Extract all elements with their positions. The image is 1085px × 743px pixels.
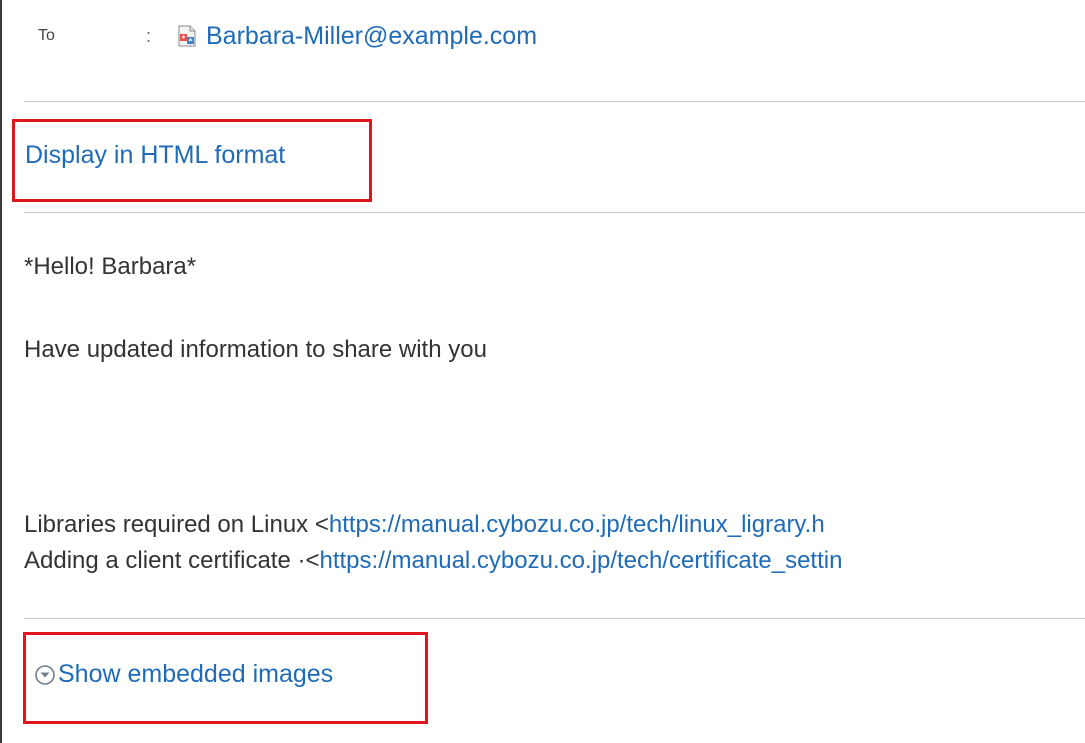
window-left-border <box>0 0 2 743</box>
message-links: Libraries required on Linux <https://man… <box>24 507 1085 579</box>
show-embedded-images-link[interactable]: Show embedded images <box>58 660 333 689</box>
show-embedded-images-toggle[interactable]: Show embedded images <box>34 660 333 689</box>
display-html-format-link[interactable]: Display in HTML format <box>25 141 285 170</box>
to-colon: : <box>146 25 152 46</box>
message-line-prefix: Libraries required on Linux < <box>24 511 329 538</box>
address-book-icon <box>176 25 198 47</box>
chevron-down-circle-icon <box>34 664 56 686</box>
message-line-prefix: Adding a client certificate ·< <box>24 547 320 574</box>
linux-library-link[interactable]: https://manual.cybozu.co.jp/tech/linux_l… <box>329 511 825 538</box>
divider <box>24 212 1085 213</box>
message-line: Adding a client certificate ·<https://ma… <box>24 543 1085 579</box>
to-row: To : Barbara-Miller@example.com <box>38 18 537 54</box>
message-intro: Have updated information to share with y… <box>24 336 487 363</box>
recipient-email-link[interactable]: Barbara-Miller@example.com <box>206 22 537 51</box>
client-certificate-link[interactable]: https://manual.cybozu.co.jp/tech/certifi… <box>320 547 843 574</box>
divider <box>24 101 1085 102</box>
message-greeting: *Hello! Barbara* <box>24 253 197 280</box>
message-line: Libraries required on Linux <https://man… <box>24 507 1085 543</box>
divider <box>24 618 1085 619</box>
to-label: To <box>38 27 55 44</box>
